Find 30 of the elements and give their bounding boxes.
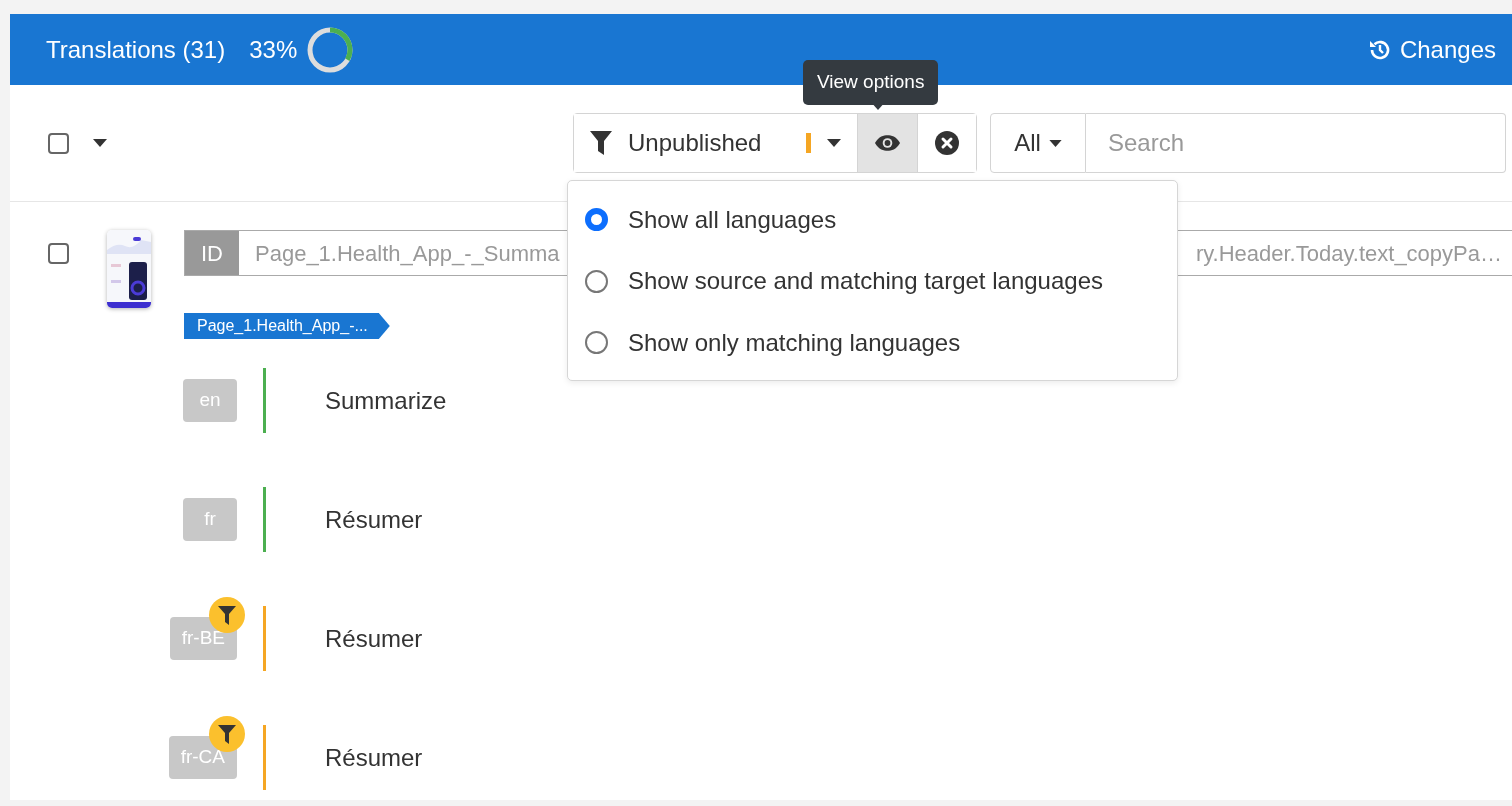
menu-option[interactable]: Show source and matching target languages	[568, 250, 1177, 312]
progress-percent: 33%	[249, 34, 298, 65]
id-value: Page_1.Health_App_-_Summa	[255, 239, 560, 268]
filter-dropdown[interactable]: Unpublished	[574, 114, 858, 172]
changes-button[interactable]: Changes	[1367, 31, 1496, 68]
translation-text: Summarize	[325, 385, 447, 416]
search-field[interactable]: Search	[1086, 113, 1506, 173]
radio-button[interactable]	[585, 331, 608, 355]
id-value: ry.Header.Today.text_copyPa…	[1195, 239, 1502, 268]
radio-button[interactable]	[585, 269, 608, 293]
eye-icon	[874, 134, 901, 152]
translation-text: Résumer	[325, 623, 423, 654]
view-options-button[interactable]	[858, 114, 918, 172]
close-icon	[935, 131, 959, 155]
row-checkbox[interactable]	[48, 243, 69, 264]
caret-icon[interactable]	[93, 139, 107, 147]
translation-text: Résumer	[325, 504, 423, 535]
key-tag: Page_1.Health_App_-...	[184, 313, 390, 339]
page-title: Translations (31)	[46, 34, 226, 65]
id-label: ID	[185, 231, 239, 275]
radio-button[interactable]	[585, 208, 608, 232]
tooltip: View options	[803, 60, 939, 105]
caret-icon	[1048, 139, 1062, 147]
select-all-checkbox[interactable]	[48, 132, 69, 154]
menu-option[interactable]: Show all languages	[568, 189, 1177, 251]
caret-icon	[827, 139, 841, 147]
filter-icon	[590, 131, 612, 155]
menu-option[interactable]: Show only matching languages	[568, 312, 1177, 374]
scope-dropdown[interactable]: All	[990, 113, 1086, 173]
translation-text: Résumer	[325, 742, 423, 773]
